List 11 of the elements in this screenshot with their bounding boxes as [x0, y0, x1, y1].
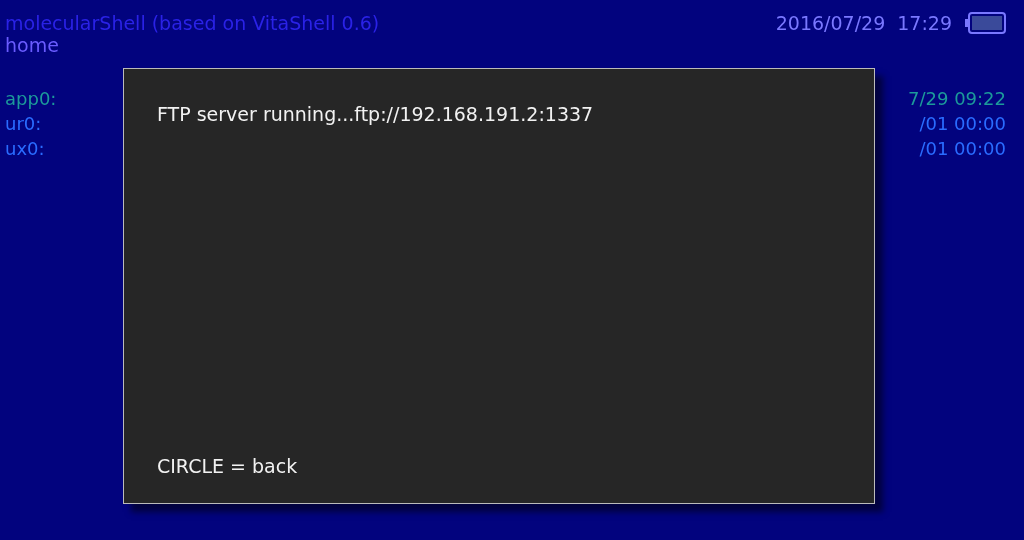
file-name: ux0: [5, 137, 45, 161]
app-title: molecularShell (based on VitaShell 0.6) [5, 12, 380, 34]
file-date: 7/29 09:22 [908, 87, 1006, 111]
file-name: app0: [5, 87, 57, 111]
date-text: 2016/07/29 [775, 12, 886, 34]
dialog-message: FTP server running...ftp://192.168.191.2:1337 [157, 103, 595, 125]
file-date: /01 00:00 [919, 137, 1006, 161]
time-text: 17:29 [897, 12, 952, 34]
current-path: home [5, 34, 60, 56]
dialog-hint: CIRCLE = back [157, 455, 299, 477]
battery-icon [964, 12, 1006, 34]
